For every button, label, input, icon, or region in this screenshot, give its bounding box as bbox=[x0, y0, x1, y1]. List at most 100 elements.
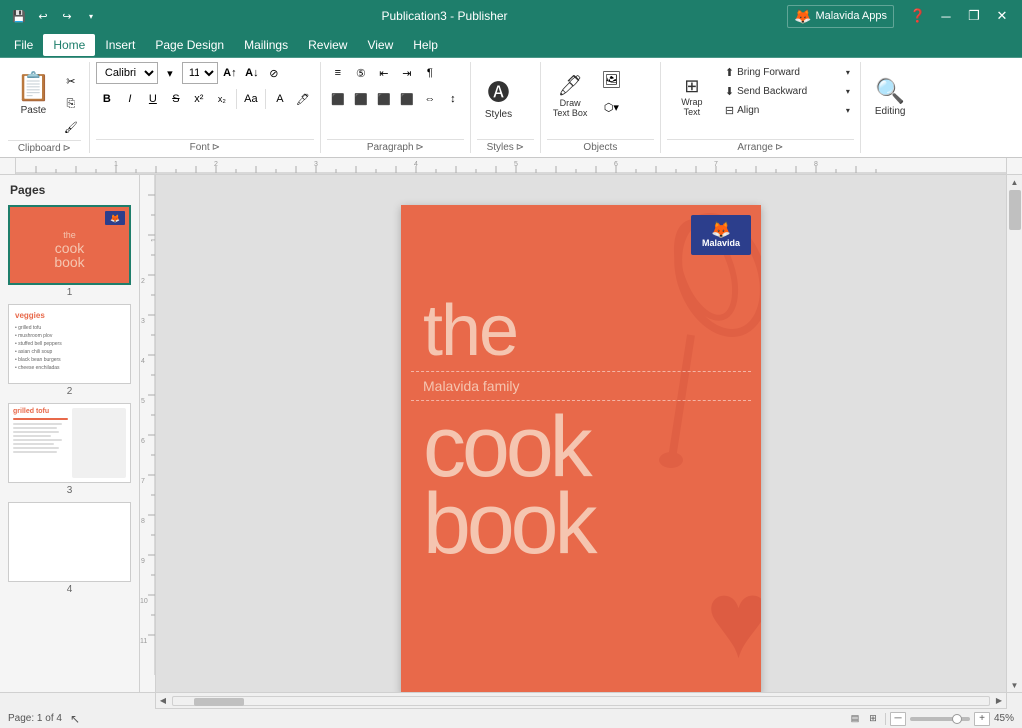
paste-icon: 📋 bbox=[16, 70, 51, 103]
italic-button[interactable]: I bbox=[119, 88, 141, 110]
underline-button[interactable]: U bbox=[142, 88, 164, 110]
svg-text:4: 4 bbox=[141, 358, 145, 365]
clipboard-expand-icon[interactable]: ⊳ bbox=[63, 143, 71, 154]
menu-file[interactable]: File bbox=[4, 34, 43, 56]
bring-forward-dropdown[interactable]: ▾ bbox=[846, 68, 850, 77]
bullet-list-btn[interactable]: ≡ bbox=[327, 62, 349, 84]
pages-panel: Pages 🦊 the cook book 1 veggies bbox=[0, 175, 140, 692]
thumb3-title: grilled tofu bbox=[13, 408, 68, 415]
cut-button[interactable]: ✂ bbox=[61, 70, 81, 92]
menu-home[interactable]: Home bbox=[43, 34, 95, 56]
svg-text:8: 8 bbox=[814, 161, 818, 168]
save-icon[interactable]: 💾 bbox=[8, 5, 30, 27]
format-painter-button[interactable]: 🖌 bbox=[61, 116, 81, 138]
horizontal-scroll-thumb[interactable] bbox=[194, 698, 244, 706]
menu-mailings[interactable]: Mailings bbox=[234, 34, 298, 56]
zoom-in-button[interactable]: + bbox=[974, 712, 990, 726]
editing-label: Editing bbox=[875, 106, 906, 117]
align-dropdown[interactable]: ▾ bbox=[846, 106, 850, 115]
ruler-svg: 1 2 3 4 bbox=[16, 158, 1006, 174]
scroll-right-button[interactable]: ▶ bbox=[992, 693, 1006, 707]
customize-quick-access-icon[interactable]: ▾ bbox=[80, 5, 102, 27]
send-backward-dropdown[interactable]: ▾ bbox=[846, 87, 850, 96]
scroll-down-button[interactable]: ▼ bbox=[1008, 678, 1022, 692]
menu-page-design[interactable]: Page Design bbox=[145, 34, 234, 56]
font-color-btn[interactable]: A bbox=[269, 88, 291, 110]
increase-font-btn[interactable]: A↑ bbox=[220, 62, 240, 84]
menu-view[interactable]: View bbox=[357, 34, 403, 56]
send-backward-button[interactable]: ⬇ Send Backward ▾ bbox=[721, 83, 854, 100]
align-left-btn[interactable]: ⬛ bbox=[327, 88, 349, 110]
font-dropdown-btn[interactable]: ▾ bbox=[160, 62, 180, 84]
page-thumb-3[interactable]: grilled tofu bbox=[8, 403, 131, 498]
normal-view-button[interactable]: ▤ bbox=[847, 712, 863, 726]
increase-indent-btn[interactable]: ⇥ bbox=[396, 62, 418, 84]
font-expand-icon[interactable]: ⊳ bbox=[212, 142, 220, 153]
zoom-thumb[interactable] bbox=[952, 714, 962, 724]
undo-icon[interactable]: ↩ bbox=[32, 5, 54, 27]
scroll-thumb[interactable] bbox=[1009, 190, 1021, 230]
menu-insert[interactable]: Insert bbox=[95, 34, 145, 56]
two-page-view-button[interactable]: ⊞ bbox=[865, 712, 881, 726]
svg-text:6: 6 bbox=[141, 438, 145, 445]
minimize-button[interactable]: ─ bbox=[934, 4, 958, 28]
styles-expand-icon[interactable]: ⊳ bbox=[516, 142, 524, 153]
scroll-left-button[interactable]: ◀ bbox=[156, 693, 170, 707]
align-right-btn[interactable]: ⬛ bbox=[373, 88, 395, 110]
svg-text:10: 10 bbox=[140, 598, 148, 605]
bring-forward-button[interactable]: ⬆ Bring Forward ▾ bbox=[721, 64, 854, 81]
status-left: Page: 1 of 4 ↖ bbox=[8, 712, 80, 726]
line-spacing-btn[interactable]: ↕ bbox=[442, 88, 464, 110]
thumb1-cook: cook bbox=[55, 241, 85, 255]
page-thumb-1[interactable]: 🦊 the cook book 1 bbox=[8, 205, 131, 300]
show-formatting-btn[interactable]: ¶ bbox=[419, 62, 441, 84]
decrease-font-btn[interactable]: A↓ bbox=[242, 62, 262, 84]
text-direction-btn[interactable]: ⇔ bbox=[419, 88, 441, 110]
change-case-button[interactable]: Aa bbox=[240, 88, 262, 110]
ribbon-group-paragraph: ≡ ⑤ ⇤ ⇥ ¶ ⬛ ⬛ ⬛ ⬛ ⇔ ↕ Paragraph ⊳ bbox=[321, 62, 471, 153]
clear-format-btn[interactable]: ⊘ bbox=[264, 62, 284, 84]
bold-button[interactable]: B bbox=[96, 88, 118, 110]
menu-review[interactable]: Review bbox=[298, 34, 357, 56]
restore-button[interactable]: ❐ bbox=[962, 4, 986, 28]
strikethrough-button[interactable]: S bbox=[165, 88, 187, 110]
font-size-select[interactable]: 11 bbox=[182, 62, 218, 84]
styles-button[interactable]: 🅐 Styles bbox=[477, 62, 520, 132]
paste-button[interactable]: 📋 Paste bbox=[8, 66, 59, 120]
subscript-button[interactable]: x₂ bbox=[211, 88, 233, 110]
draw-text-box-button[interactable]: 🖊 DrawText Box bbox=[547, 62, 594, 132]
pictures-button[interactable]: 🖼 bbox=[597, 66, 625, 94]
right-scrollbar: ▲ ▼ bbox=[1006, 175, 1022, 692]
menu-help[interactable]: Help bbox=[403, 34, 448, 56]
help-button[interactable]: ❓ bbox=[906, 4, 930, 28]
editing-button[interactable]: 🔍 Editing bbox=[867, 62, 914, 132]
align-button[interactable]: ⊟ Align ▾ bbox=[721, 102, 854, 119]
zoom-out-button[interactable]: ─ bbox=[890, 712, 906, 726]
align-row: ⬛ ⬛ ⬛ ⬛ ⇔ ↕ bbox=[327, 88, 464, 110]
align-justify-btn[interactable]: ⬛ bbox=[396, 88, 418, 110]
redo-icon[interactable]: ↪ bbox=[56, 5, 78, 27]
align-center-btn[interactable]: ⬛ bbox=[350, 88, 372, 110]
font-family-select[interactable]: Calibri bbox=[96, 62, 158, 84]
scroll-track[interactable] bbox=[1008, 189, 1022, 678]
page-thumb-4[interactable]: 4 bbox=[8, 502, 131, 597]
horizontal-scroll-track[interactable] bbox=[172, 696, 990, 706]
decrease-indent-btn[interactable]: ⇤ bbox=[373, 62, 395, 84]
canvas-area[interactable]: ♥ 🦊 Malavida the Malavida family cook bo… bbox=[156, 175, 1006, 692]
copy-button[interactable]: ⎘ bbox=[61, 93, 81, 115]
close-button[interactable]: ✕ bbox=[990, 4, 1014, 28]
svg-text:4: 4 bbox=[414, 161, 418, 168]
paragraph-expand-icon[interactable]: ⊳ bbox=[416, 142, 424, 153]
wrap-text-button[interactable]: ⊞ WrapText bbox=[667, 62, 717, 132]
text-highlight-btn[interactable]: 🖊 bbox=[292, 88, 314, 110]
thumb2-title: veggies bbox=[15, 311, 124, 320]
title-bar-controls: 🦊 Malavida Apps ❓ ─ ❐ ✕ bbox=[787, 4, 1014, 28]
superscript-button[interactable]: x² bbox=[188, 88, 210, 110]
arrange-expand-icon[interactable]: ⊳ bbox=[775, 142, 783, 153]
shapes-button[interactable]: ⬡▾ bbox=[597, 96, 625, 118]
scroll-up-button[interactable]: ▲ bbox=[1008, 175, 1022, 189]
numbered-list-btn[interactable]: ⑤ bbox=[350, 62, 372, 84]
ruler-right-corner bbox=[1006, 158, 1022, 174]
page-thumb-2[interactable]: veggies • grilled tofu • mushroom plov •… bbox=[8, 304, 131, 399]
zoom-slider[interactable] bbox=[910, 717, 970, 721]
